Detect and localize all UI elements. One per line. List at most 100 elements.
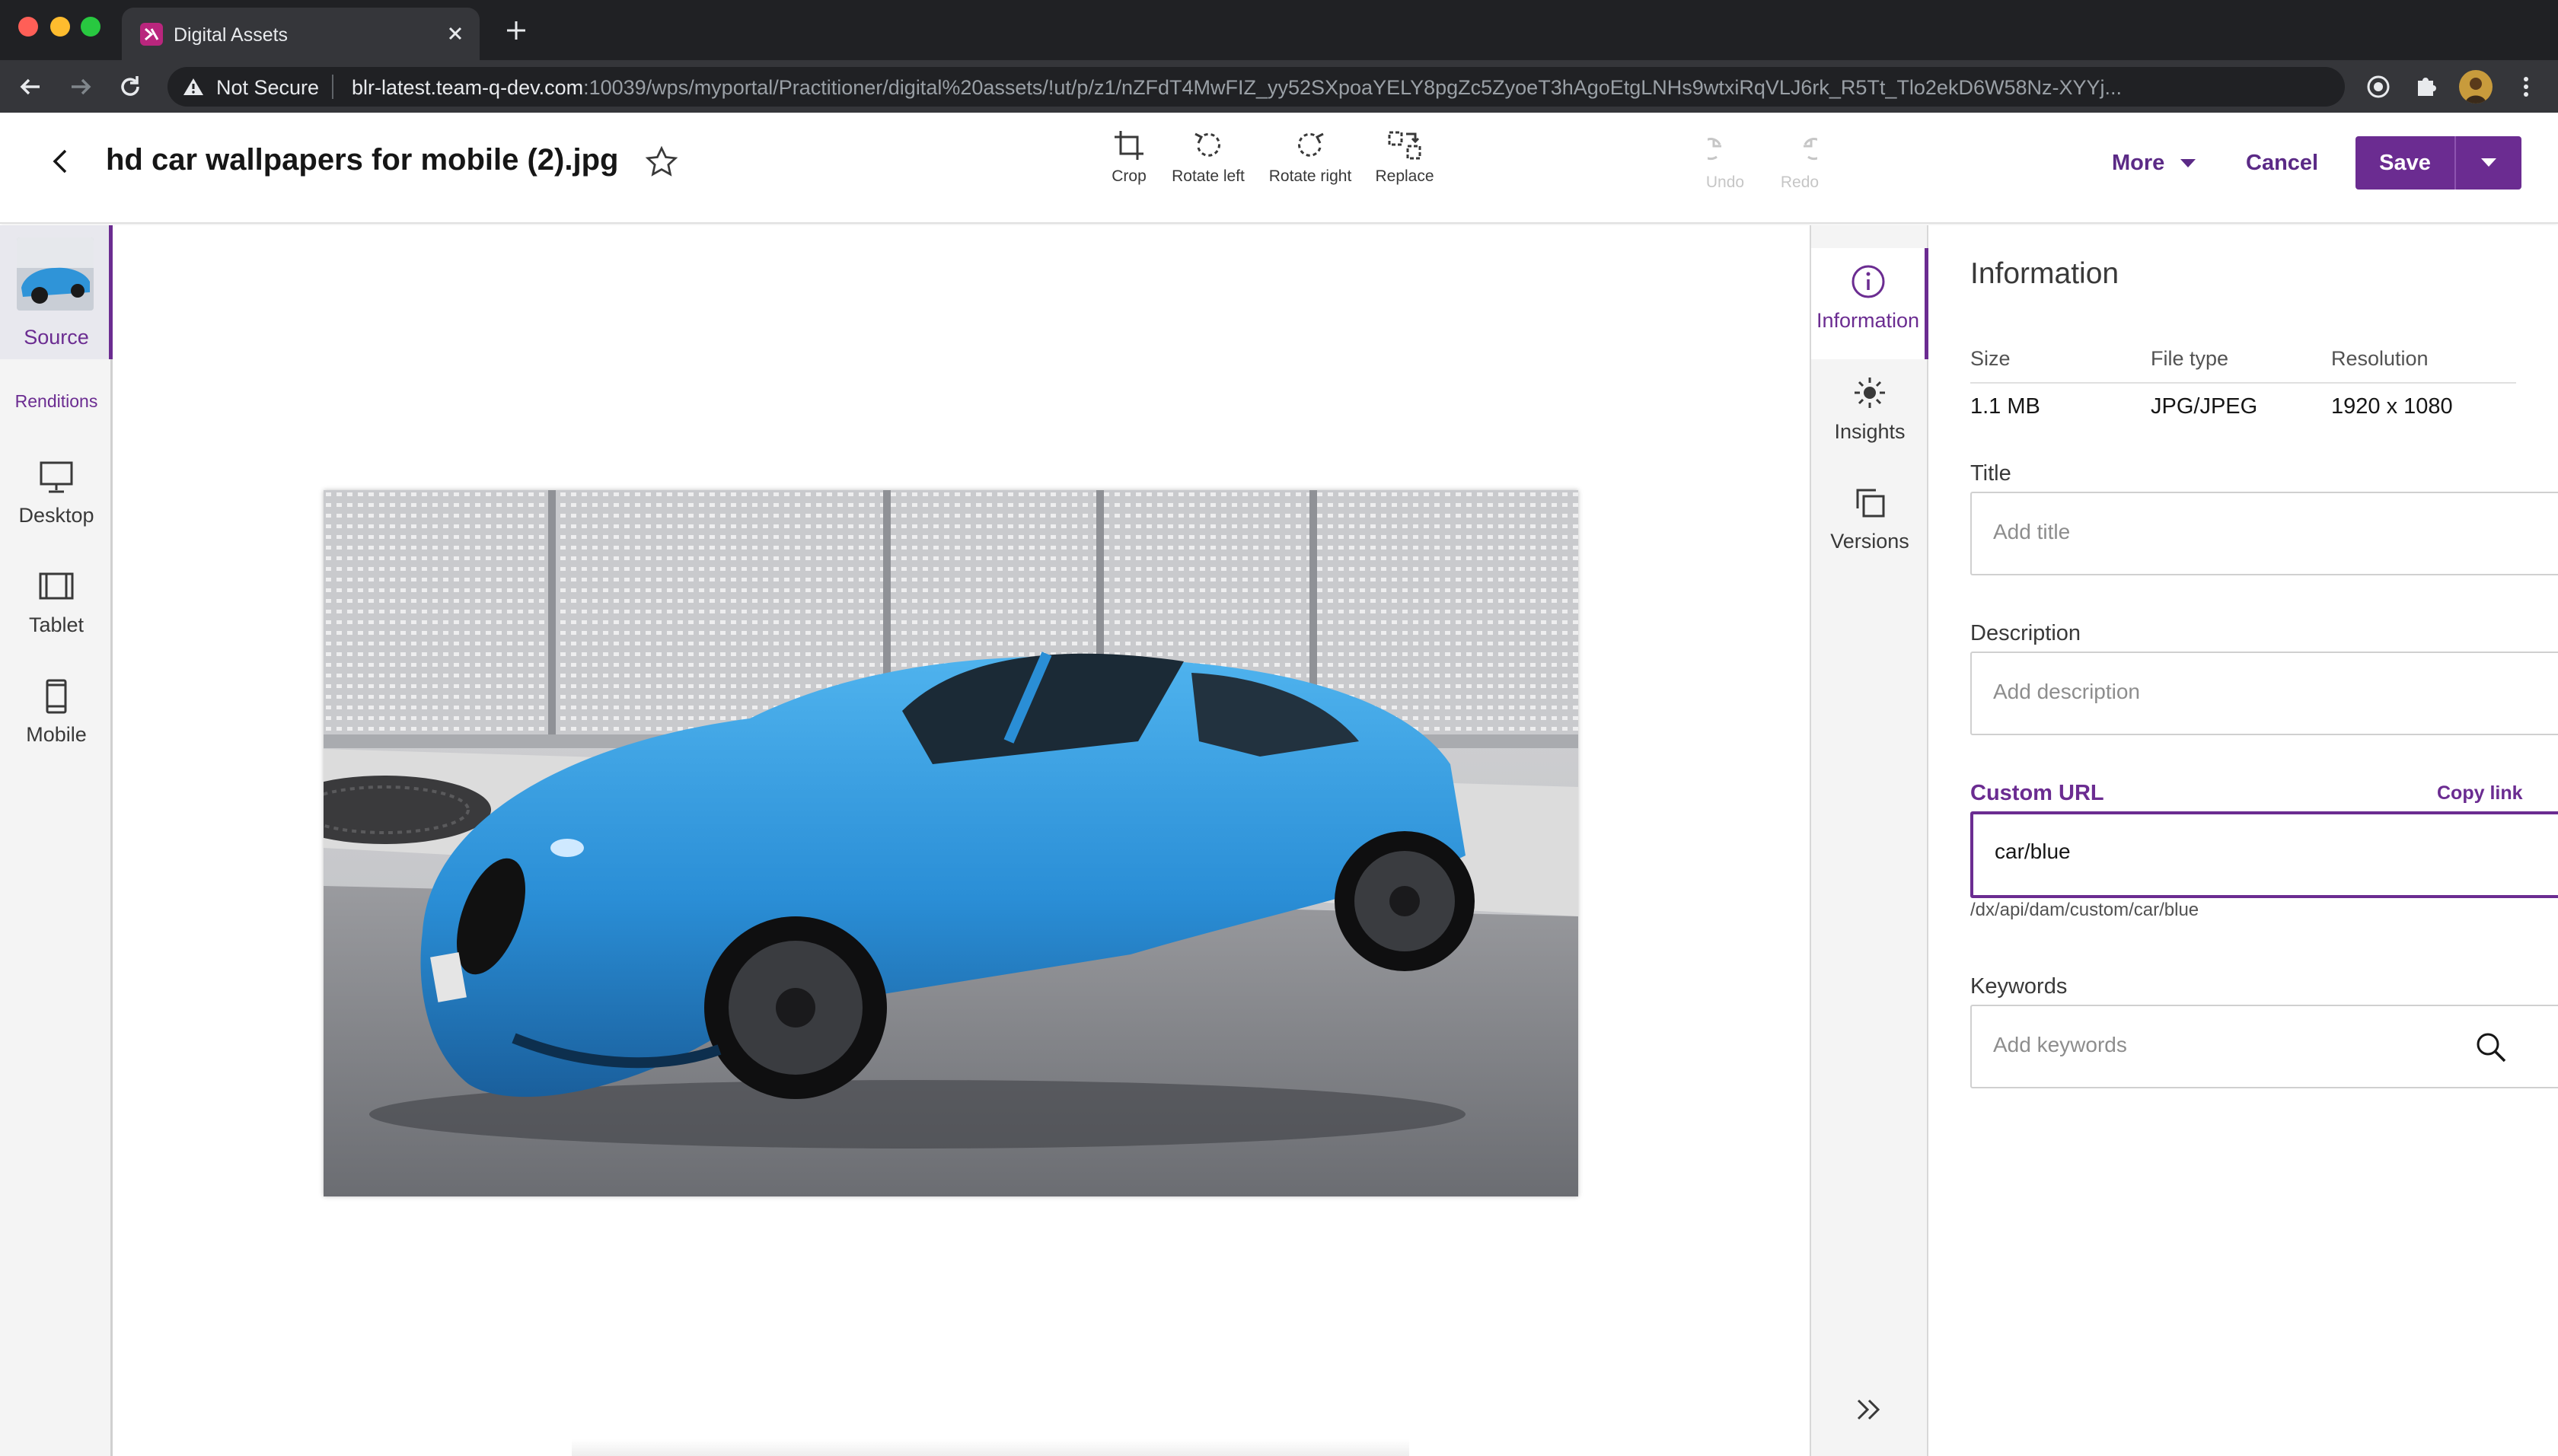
back-arrow-icon[interactable]: [17, 73, 44, 100]
info-icon: [1811, 263, 1925, 300]
canvas-footer-shadow: [572, 1439, 1409, 1456]
more-dropdown-button[interactable]: More: [2112, 151, 2196, 176]
search-icon[interactable]: [2474, 1031, 2508, 1064]
extension-icon[interactable]: [2365, 73, 2392, 100]
mobile-icon: [0, 679, 113, 714]
save-button[interactable]: Save: [2355, 136, 2454, 190]
app-favicon-icon: [140, 23, 163, 46]
rotate-left-button[interactable]: Rotate left: [1166, 128, 1250, 186]
editor-header: hd car wallpapers for mobile (2).jpg Cro…: [0, 113, 2558, 224]
renditions-heading: Renditions: [14, 391, 98, 411]
asset-title: hd car wallpapers for mobile (2).jpg: [106, 143, 619, 177]
undo-label: Undo: [1705, 174, 1745, 191]
browser-menu-icon[interactable]: [2512, 73, 2540, 100]
crop-button[interactable]: Crop: [1105, 128, 1153, 186]
back-button[interactable]: [43, 143, 79, 180]
undo-icon: [1702, 134, 1748, 169]
source-label: Source: [24, 326, 89, 349]
redo-button[interactable]: Redo: [1777, 134, 1823, 192]
metadata-divider: [1970, 382, 2516, 384]
custom-url-label: Custom URL: [1970, 781, 2104, 805]
close-tab-icon[interactable]: [442, 20, 469, 47]
minimize-window-button[interactable]: [50, 17, 70, 37]
more-label: More: [2112, 151, 2165, 175]
custom-url-path-hint: /dx/api/dam/custom/car/blue: [1970, 900, 2199, 920]
url-text[interactable]: blr-latest.team-q-dev.com:10039/wps/mypo…: [352, 76, 2122, 100]
size-value: 1.1 MB: [1970, 394, 2040, 419]
chevron-down-icon: [2480, 158, 2497, 168]
browser-tab-strip: Digital Assets: [0, 0, 2558, 60]
rotate-right-icon: [1264, 128, 1357, 163]
title-input[interactable]: Add title: [1970, 492, 2558, 575]
double-chevron-right-icon[interactable]: [1852, 1393, 1886, 1426]
close-window-button[interactable]: [18, 17, 38, 37]
replace-button[interactable]: Replace: [1370, 128, 1439, 186]
side-panel-tabs: Information Insights Versions: [1810, 225, 1928, 1456]
resolution-value: 1920 x 1080: [2331, 394, 2453, 419]
replace-icon: [1370, 128, 1439, 163]
rendition-tablet-label: Tablet: [28, 613, 85, 636]
information-panel: Information Size File type Resolution 1.…: [1928, 225, 2558, 1456]
size-heading: Size: [1970, 347, 2011, 370]
tab-insights[interactable]: Insights: [1811, 374, 1928, 444]
crop-icon: [1105, 128, 1153, 163]
puzzle-extensions-icon[interactable]: [2412, 73, 2439, 100]
title-label: Title: [1970, 461, 2011, 486]
security-status[interactable]: Not Secure: [216, 76, 319, 100]
url-host: blr-latest.team-q-dev.com: [352, 76, 584, 99]
tab-versions[interactable]: Versions: [1811, 484, 1928, 553]
custom-url-input[interactable]: car/blue: [1970, 811, 2558, 898]
tab-insights-label: Insights: [1834, 420, 1906, 443]
tab-information[interactable]: Information: [1811, 248, 1928, 359]
asset-image[interactable]: [324, 490, 1578, 1196]
tab-title: Digital Assets: [174, 24, 289, 46]
source-rendition-item[interactable]: Source: [0, 225, 113, 359]
keywords-label: Keywords: [1970, 974, 2068, 999]
sun-icon: [1811, 374, 1928, 411]
keywords-placeholder: Add keywords: [1993, 1033, 2127, 1056]
profile-avatar[interactable]: [2459, 70, 2493, 104]
save-options-button[interactable]: [2456, 136, 2521, 190]
undo-button[interactable]: Undo: [1702, 134, 1748, 192]
keywords-input[interactable]: Add keywords: [1970, 1005, 2558, 1088]
source-thumbnail: [17, 237, 94, 311]
caret-down-icon: [2180, 158, 2196, 169]
browser-toolbar: Not Secure blr-latest.team-q-dev.com:100…: [0, 60, 2558, 113]
rendition-desktop[interactable]: Desktop: [0, 460, 113, 527]
rendition-mobile[interactable]: Mobile: [0, 679, 113, 747]
monitor-icon: [0, 460, 113, 495]
description-label: Description: [1970, 621, 2081, 645]
maximize-window-button[interactable]: [81, 17, 100, 37]
copy-link-button[interactable]: Copy link: [2437, 782, 2523, 804]
browser-tab[interactable]: Digital Assets: [122, 8, 480, 60]
favorite-star-icon[interactable]: [644, 145, 679, 180]
reload-icon[interactable]: [116, 73, 144, 100]
rendition-desktop-label: Desktop: [18, 504, 94, 527]
address-bar[interactable]: Not Secure blr-latest.team-q-dev.com:100…: [167, 67, 2489, 107]
tab-information-label: Information: [1816, 309, 1920, 332]
rotate-right-label: Rotate right: [1268, 167, 1352, 185]
versions-icon: [1811, 484, 1928, 521]
rendition-tablet[interactable]: Tablet: [0, 569, 113, 637]
rotate-left-icon: [1166, 128, 1250, 163]
address-divider: [332, 75, 333, 99]
cancel-button[interactable]: Cancel: [2246, 151, 2318, 176]
panel-title: Information: [1970, 257, 2119, 290]
url-path: :10039/wps/myportal/Practitioner/digital…: [583, 76, 2122, 99]
tablet-icon: [0, 569, 113, 604]
rotate-left-label: Rotate left: [1172, 167, 1245, 185]
new-tab-icon[interactable]: [502, 17, 530, 44]
file-type-value: JPG/JPEG: [2151, 394, 2258, 419]
save-split-button: Save: [2355, 136, 2521, 190]
description-input[interactable]: Add description: [1970, 652, 2558, 735]
rotate-right-button[interactable]: Rotate right: [1264, 128, 1357, 186]
warning-icon[interactable]: [183, 77, 204, 97]
renditions-rail: Source Renditions Desktop Tablet Mobile: [0, 225, 113, 1456]
rendition-mobile-label: Mobile: [26, 723, 87, 746]
resolution-heading: Resolution: [2331, 347, 2429, 370]
crop-label: Crop: [1112, 167, 1147, 185]
replace-label: Replace: [1375, 167, 1434, 185]
forward-arrow-icon[interactable]: [67, 73, 94, 100]
editor-canvas: [115, 225, 1810, 1456]
file-type-heading: File type: [2151, 347, 2229, 370]
